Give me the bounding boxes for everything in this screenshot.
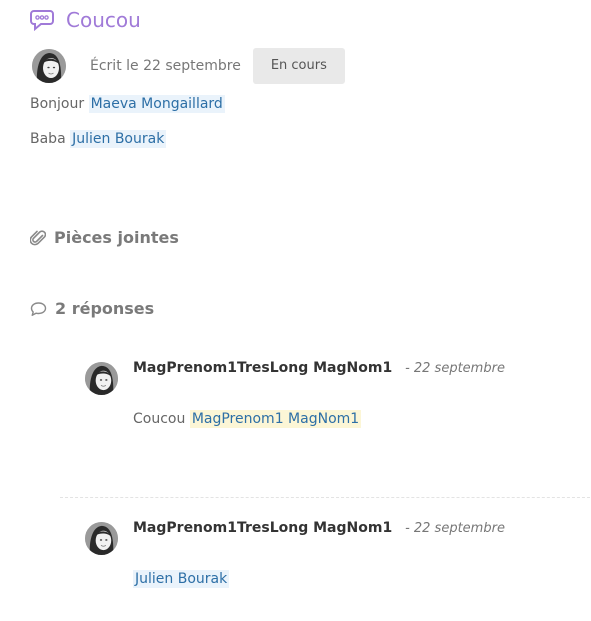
user-mention[interactable]: Julien Bourak	[133, 570, 230, 588]
reply-divider	[60, 497, 590, 498]
speech-bubble-icon	[30, 301, 47, 316]
attachments-heading: Pièces jointes	[30, 228, 179, 247]
reply-body: Julien Bourak	[133, 570, 230, 588]
post-body-line: Baba Julien Bourak	[30, 130, 167, 148]
reply-text: Coucou	[133, 411, 186, 427]
post-body-line: Bonjour Maeva Mongaillard	[30, 95, 225, 113]
body-text: Bonjour	[30, 96, 85, 112]
chat-bubble-icon	[30, 10, 54, 31]
user-mention[interactable]: MagPrenom1 MagNom1	[189, 410, 362, 428]
reply-date: - 22 septembre	[405, 521, 505, 536]
reply-date: - 22 septembre	[405, 361, 505, 376]
paperclip-icon	[30, 229, 46, 245]
body-text: Baba	[30, 131, 66, 147]
post-title: Coucou	[66, 8, 141, 32]
post-title-row: Coucou	[30, 6, 141, 34]
replies-heading: 2 réponses	[30, 299, 154, 318]
replies-count: 2 réponses	[55, 299, 155, 318]
reply-author-row: MagPrenom1TresLong MagNom1 - 22 septembr…	[133, 520, 505, 536]
reply-author[interactable]: MagPrenom1TresLong MagNom1	[133, 360, 392, 376]
avatar[interactable]	[85, 522, 118, 555]
reply-author-row: MagPrenom1TresLong MagNom1 - 22 septembr…	[133, 360, 505, 376]
avatar[interactable]	[85, 362, 118, 395]
user-mention[interactable]: Julien Bourak	[70, 130, 167, 148]
reply-body: Coucou MagPrenom1 MagNom1	[133, 410, 362, 428]
reply-author[interactable]: MagPrenom1TresLong MagNom1	[133, 520, 392, 536]
avatar[interactable]	[32, 49, 66, 83]
status-button[interactable]: En cours	[252, 48, 345, 84]
post-date: Écrit le 22 septembre	[90, 58, 241, 74]
user-mention[interactable]: Maeva Mongaillard	[88, 95, 225, 113]
post-meta: Écrit le 22 septembre En cours	[32, 48, 345, 84]
attachments-heading-label: Pièces jointes	[54, 228, 179, 247]
